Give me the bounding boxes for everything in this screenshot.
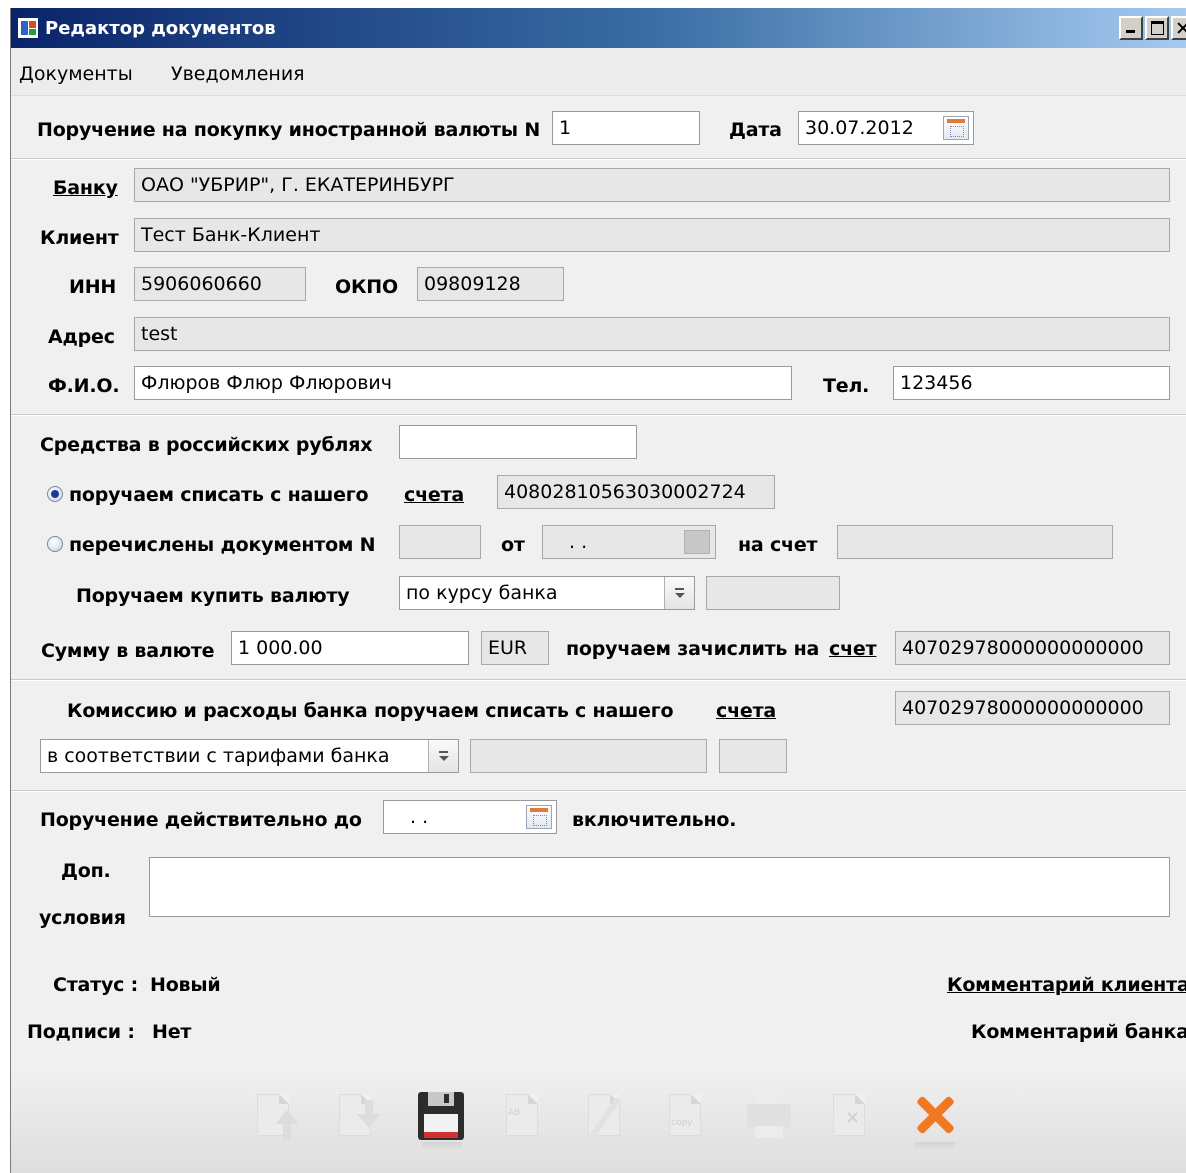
- rub-funds-label: Средства в российских рублях: [40, 434, 373, 456]
- sum-input[interactable]: 1 000.00: [231, 631, 469, 665]
- valid-until-date-value: . .: [410, 806, 429, 828]
- minimize-button[interactable]: [1119, 16, 1143, 40]
- radio-transferred-label: перечислены документом N: [69, 534, 376, 556]
- rub-funds-input[interactable]: [399, 425, 637, 459]
- order-label: Поручение на покупку иностранной валюты …: [37, 119, 541, 141]
- valid-until-label: Поручение действительно до: [40, 809, 362, 831]
- menu-documents[interactable]: Документы: [19, 63, 133, 85]
- okpo-field: 09809128: [417, 267, 564, 301]
- close-button[interactable]: [907, 1090, 963, 1152]
- print-button[interactable]: [741, 1090, 797, 1152]
- address-label: Адрес: [48, 326, 115, 348]
- menu-bar: Документы Уведомления: [11, 48, 1186, 96]
- menu-notifications[interactable]: Уведомления: [171, 63, 305, 85]
- client-field: Тест Банк-Клиент: [134, 218, 1170, 252]
- currency-field: EUR: [481, 631, 549, 665]
- bank-field: ОАО "УБРИР", Г. ЕКАТЕРИНБУРГ: [134, 168, 1170, 202]
- signatures-value: Нет: [152, 1021, 192, 1043]
- radio-debit-our-account[interactable]: [47, 486, 63, 502]
- buy-rate-value-field: [706, 576, 840, 610]
- from-date-value: . .: [569, 531, 588, 553]
- calendar-icon[interactable]: [526, 805, 552, 829]
- signatures-label: Подписи :: [27, 1021, 135, 1043]
- extra-conditions-label-1: Доп.: [61, 860, 111, 882]
- from-label: от: [501, 534, 525, 556]
- print-icon: [747, 1092, 791, 1138]
- calendar-icon: [684, 530, 710, 554]
- commission-account-link[interactable]: счета: [716, 700, 776, 722]
- phone-input[interactable]: 123456: [893, 366, 1170, 400]
- inn-label: ИНН: [69, 276, 117, 298]
- chevron-down-icon[interactable]: [664, 577, 694, 609]
- inclusive-label: включительно.: [572, 809, 737, 831]
- credit-label: поручаем зачислить на: [566, 638, 820, 660]
- okpo-label: ОКПО: [335, 276, 398, 298]
- radio-transferred-by-doc[interactable]: [47, 536, 63, 552]
- fio-label: Ф.И.О.: [48, 375, 120, 397]
- save-button[interactable]: [414, 1090, 470, 1152]
- extra-conditions-textarea[interactable]: [149, 857, 1170, 917]
- bank-link[interactable]: Банку: [53, 177, 118, 199]
- client-comment-link[interactable]: Комментарий клиента: [947, 974, 1186, 996]
- doc-number-field: [399, 525, 481, 559]
- document-editor-window: Редактор документов Документы Уведомлени…: [10, 8, 1186, 1173]
- window-title: Редактор документов: [45, 18, 276, 39]
- commission-label: Комиссию и расходы банка поручаем списат…: [67, 700, 674, 722]
- date-label: Дата: [729, 119, 782, 141]
- buy-rate-select[interactable]: по курсу банка: [399, 576, 695, 610]
- credit-account-field: 40702978000000000000: [895, 631, 1170, 665]
- order-number-input[interactable]: 1: [552, 111, 700, 145]
- export-button[interactable]: [329, 1090, 385, 1152]
- import-button[interactable]: [247, 1090, 303, 1152]
- radio-debit-label: поручаем списать с нашего: [69, 484, 369, 506]
- sum-label: Сумму в валюте: [41, 640, 215, 662]
- client-label: Клиент: [40, 227, 119, 249]
- date-value: 30.07.2012: [805, 117, 914, 139]
- chevron-down-icon[interactable]: [428, 740, 458, 772]
- commission-extra-field-1: [470, 739, 707, 773]
- debit-account-field: 40802810563030002724: [497, 475, 775, 509]
- copy-button[interactable]: copy: [659, 1090, 715, 1152]
- save-icon: [418, 1092, 464, 1140]
- commission-account-field: 40702978000000000000: [895, 691, 1170, 725]
- commission-extra-field-2: [719, 739, 787, 773]
- close-icon: [913, 1094, 957, 1138]
- extra-conditions-label-2: условия: [39, 907, 126, 929]
- inn-field: 5906060660: [134, 267, 306, 301]
- action-toolbar: AB copy ✕: [11, 1068, 1186, 1173]
- bank-comment-label: Комментарий банка: [971, 1021, 1186, 1043]
- fio-input[interactable]: Флюров Флюр Флюрович: [134, 366, 792, 400]
- edit-button[interactable]: [578, 1090, 634, 1152]
- to-account-label: на счет: [738, 534, 818, 556]
- maximize-button[interactable]: [1145, 16, 1169, 40]
- title-bar[interactable]: Редактор документов: [11, 8, 1186, 48]
- phone-label: Тел.: [823, 375, 870, 397]
- to-account-field: [837, 525, 1113, 559]
- address-field: test: [134, 317, 1170, 351]
- delete-button[interactable]: ✕: [823, 1090, 879, 1152]
- account-link[interactable]: счета: [404, 484, 464, 506]
- commission-select-value: в соответствии с тарифами банка: [47, 745, 390, 767]
- copy-icon: [669, 1094, 701, 1136]
- status-value: Новый: [150, 974, 221, 996]
- buy-currency-label: Поручаем купить валюту: [76, 585, 350, 607]
- credit-account-link[interactable]: счет: [829, 638, 877, 660]
- calendar-icon[interactable]: [943, 116, 969, 140]
- template-button[interactable]: AB: [496, 1090, 552, 1152]
- app-icon: [17, 17, 39, 39]
- status-label: Статус :: [53, 974, 139, 996]
- window-close-button[interactable]: [1171, 16, 1186, 40]
- commission-select[interactable]: в соответствии с тарифами банка: [40, 739, 459, 773]
- buy-rate-select-value: по курсу банка: [406, 582, 558, 604]
